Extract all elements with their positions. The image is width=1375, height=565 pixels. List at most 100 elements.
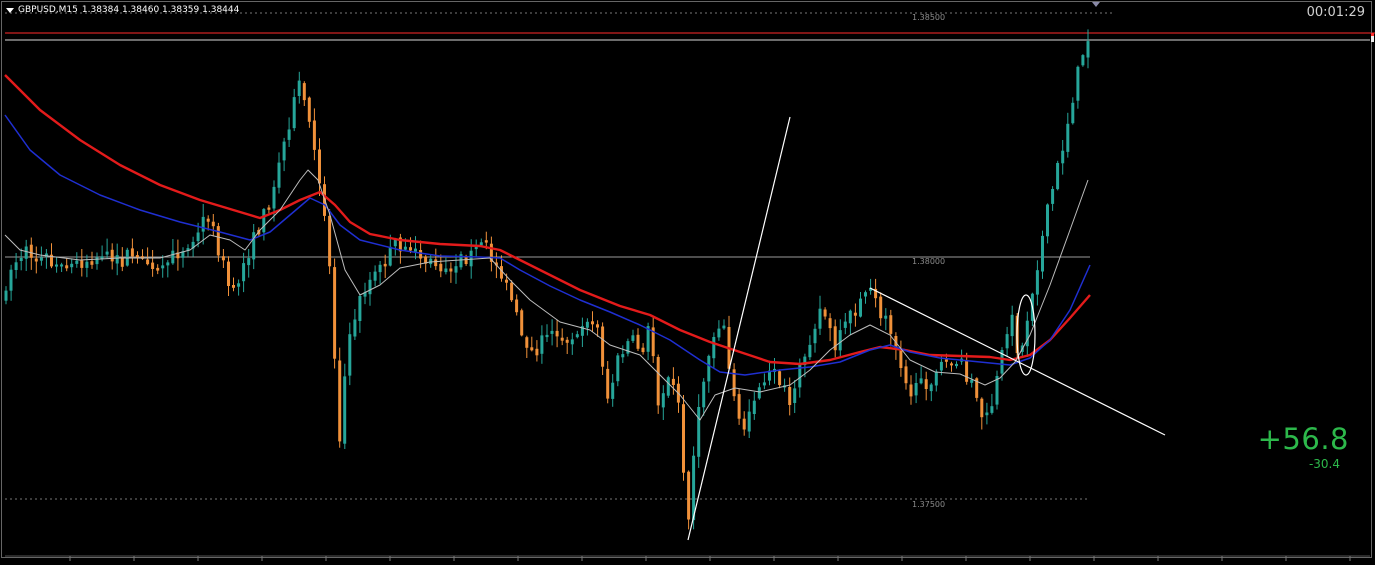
candle-body [611,382,615,399]
candle-body [1061,150,1065,164]
candle-body [449,268,453,272]
candle-body [813,328,817,344]
candle-body [216,226,220,256]
candle-body [859,298,862,317]
candle [520,308,524,337]
candle-body [343,376,347,444]
candle-body [641,347,645,353]
candle-body [29,244,33,258]
candle-body [970,379,974,383]
candle-body [237,283,241,287]
candle-body [297,80,301,96]
candle-body [1051,189,1055,204]
pnl-main-value: +56.8 [1257,422,1349,456]
candle-body [924,379,928,389]
candle-body [318,149,321,184]
candle-body [697,407,701,457]
candle [666,375,670,398]
candle-body [899,348,903,368]
candle [338,347,342,448]
candle-body [338,360,342,442]
candle-body [985,412,989,416]
bar-countdown-timer: 00:01:29 [1306,5,1365,20]
candle-body [85,261,89,268]
candle-body [757,387,761,399]
candle-body [747,411,751,432]
candle-body [919,378,923,384]
candle-body [889,315,893,334]
candle-body [762,382,766,386]
candle-body [156,267,160,271]
candle-body [722,325,726,329]
candle-body [601,326,605,367]
candle-body [565,339,569,343]
candle-body [510,282,514,301]
candle-body [171,250,175,264]
chart-header[interactable]: GBPUSD,M15 1.38384 1.38460 1.38359 1.384… [6,3,239,17]
candle-body [287,129,291,140]
candle [510,280,514,302]
candle-body [464,256,468,264]
candle-body [292,97,296,129]
candle-body [328,215,332,267]
candle-body [585,321,589,328]
candle-body [702,381,706,408]
candle-body [206,218,210,222]
candle-body [439,263,443,272]
candle-body [550,330,554,334]
candle-body [262,209,266,233]
menu-triangle-icon[interactable] [6,7,14,13]
candle-body [348,334,352,376]
candle-body [884,315,888,319]
candle-body [1005,334,1009,349]
candle-body [737,394,741,419]
candle-body [616,355,620,382]
candle-body [1035,270,1039,295]
candle-body [484,240,488,243]
candle-body [1010,314,1014,337]
candle-body [302,83,306,101]
candle-body [682,404,685,473]
candle-body [388,246,392,266]
candle-body [383,263,387,267]
candle-body [752,400,756,414]
candle-body [277,162,281,188]
candle [682,395,685,481]
candle-body [848,310,852,324]
candle-body [469,250,473,267]
candle-body [707,355,711,382]
candle-body [1081,55,1085,66]
candle-body [221,256,225,261]
candle-body [95,257,99,265]
candle-body [621,354,625,358]
candle-body [879,296,883,319]
candle-body [201,216,205,232]
candle-body [120,257,124,267]
candle-body [307,97,311,122]
candle-body [19,258,23,261]
candle-body [70,263,74,268]
price-chart[interactable] [0,0,1375,561]
chart-window[interactable]: GBPUSD,M15 1.38384 1.38460 1.38359 1.384… [0,0,1375,561]
candle-body [980,398,984,418]
candle-body [161,265,165,269]
candle-body [596,324,599,328]
candle-body [666,377,670,396]
candle-body [661,393,665,408]
candle-body [39,257,43,261]
bid-price-tag [1371,36,1374,42]
candle-body [939,361,943,371]
candle-body [378,264,382,273]
candle-body [570,339,574,345]
candle-body [838,330,842,351]
candle-body [636,334,640,349]
candle-body [560,337,564,341]
candle-body [808,344,812,358]
candle-body [80,260,84,268]
candle-body [671,378,675,385]
candle-body [606,368,610,399]
candle-body [828,318,832,329]
level-label-middle: 1.38000 [912,257,946,266]
candle-body [591,321,594,325]
candle-body [115,255,119,264]
